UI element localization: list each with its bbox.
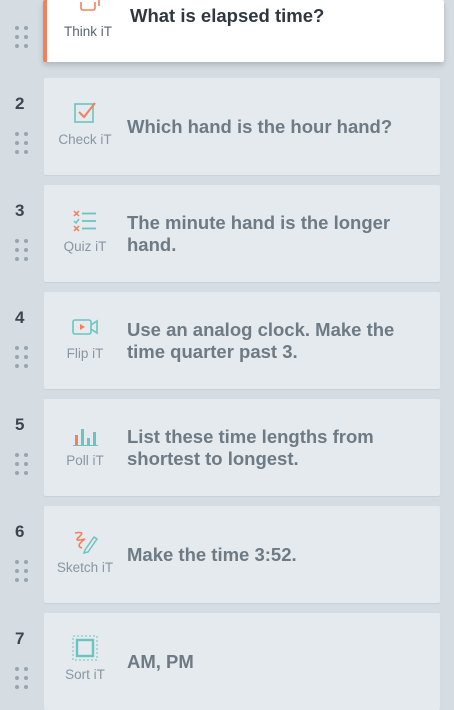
- tool-label: Quiz iT: [44, 205, 126, 254]
- question-card[interactable]: Sort iT AM, PM: [44, 613, 440, 710]
- flip-icon: [72, 319, 98, 335]
- question-card[interactable]: Sketch iT Make the time 3:52.: [44, 506, 440, 603]
- question-text: Make the time 3:52.: [127, 544, 297, 565]
- drag-handle[interactable]: [15, 453, 33, 483]
- check-icon: [74, 102, 96, 123]
- question-card[interactable]: Quiz iT The minute hand is the longer ha…: [44, 185, 440, 282]
- question-number: 2: [15, 94, 25, 113]
- tool-label: Poll iT: [44, 419, 126, 468]
- tool-label: Check iT: [44, 98, 126, 147]
- sketch-icon: [74, 531, 99, 555]
- think-icon: [80, 0, 100, 11]
- question-text: List these time lengths from shortest to…: [127, 426, 374, 469]
- drag-handle[interactable]: [15, 26, 33, 56]
- question-number: 5: [15, 415, 25, 434]
- question-number: 4: [15, 308, 25, 327]
- question-text: Use an analog clock. Make the time quart…: [127, 319, 395, 362]
- sort-icon: [72, 635, 98, 661]
- drag-handle[interactable]: [15, 132, 33, 162]
- question-number: 3: [15, 201, 25, 220]
- quiz-icon: [73, 210, 96, 232]
- question-number: 6: [15, 522, 25, 541]
- question-card[interactable]: Check iT Which hand is the hour hand?: [44, 78, 440, 175]
- drag-handle[interactable]: [15, 560, 33, 590]
- drag-handle[interactable]: [15, 667, 33, 697]
- question-text: Which hand is the hour hand?: [127, 116, 393, 137]
- question-text: The minute hand is the longer hand.: [127, 212, 391, 255]
- question-number: 7: [15, 629, 25, 648]
- tool-label: Sort iT: [44, 633, 126, 682]
- question-card[interactable]: Flip iT Use an analog clock. Make the ti…: [44, 292, 440, 389]
- tool-label: Sketch iT: [44, 526, 126, 575]
- tool-label: Think iT: [47, 0, 129, 39]
- question-text: AM, PM: [127, 651, 194, 672]
- drag-handle[interactable]: [15, 239, 33, 269]
- tool-label: Flip iT: [44, 312, 126, 361]
- drag-handle[interactable]: [15, 346, 33, 376]
- question-card[interactable]: Think iT What is elapsed time?: [43, 0, 444, 62]
- question-card[interactable]: Poll iT List these time lengths from sho…: [44, 399, 440, 496]
- poll-icon: [73, 429, 98, 446]
- question-text: What is elapsed time?: [130, 5, 325, 26]
